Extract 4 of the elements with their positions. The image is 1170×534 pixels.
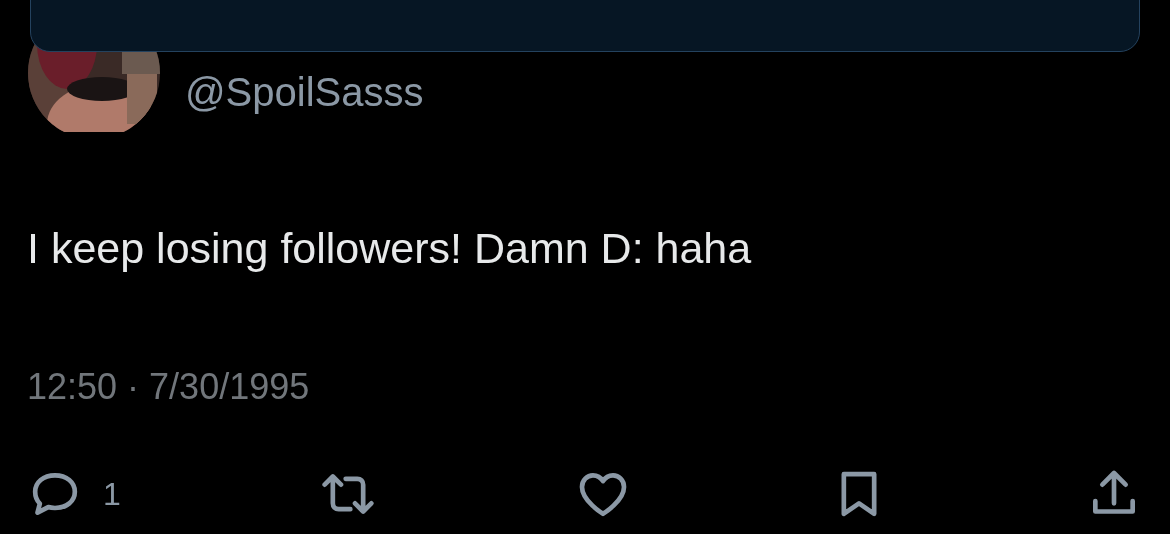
user-handle: @SpoilSasss xyxy=(185,70,424,115)
tweet-text: I keep losing followers! Damn D: haha xyxy=(27,224,753,273)
reply-count: 1 xyxy=(103,475,121,513)
timestamp: 12:50 · 7/30/1995 xyxy=(27,366,311,408)
